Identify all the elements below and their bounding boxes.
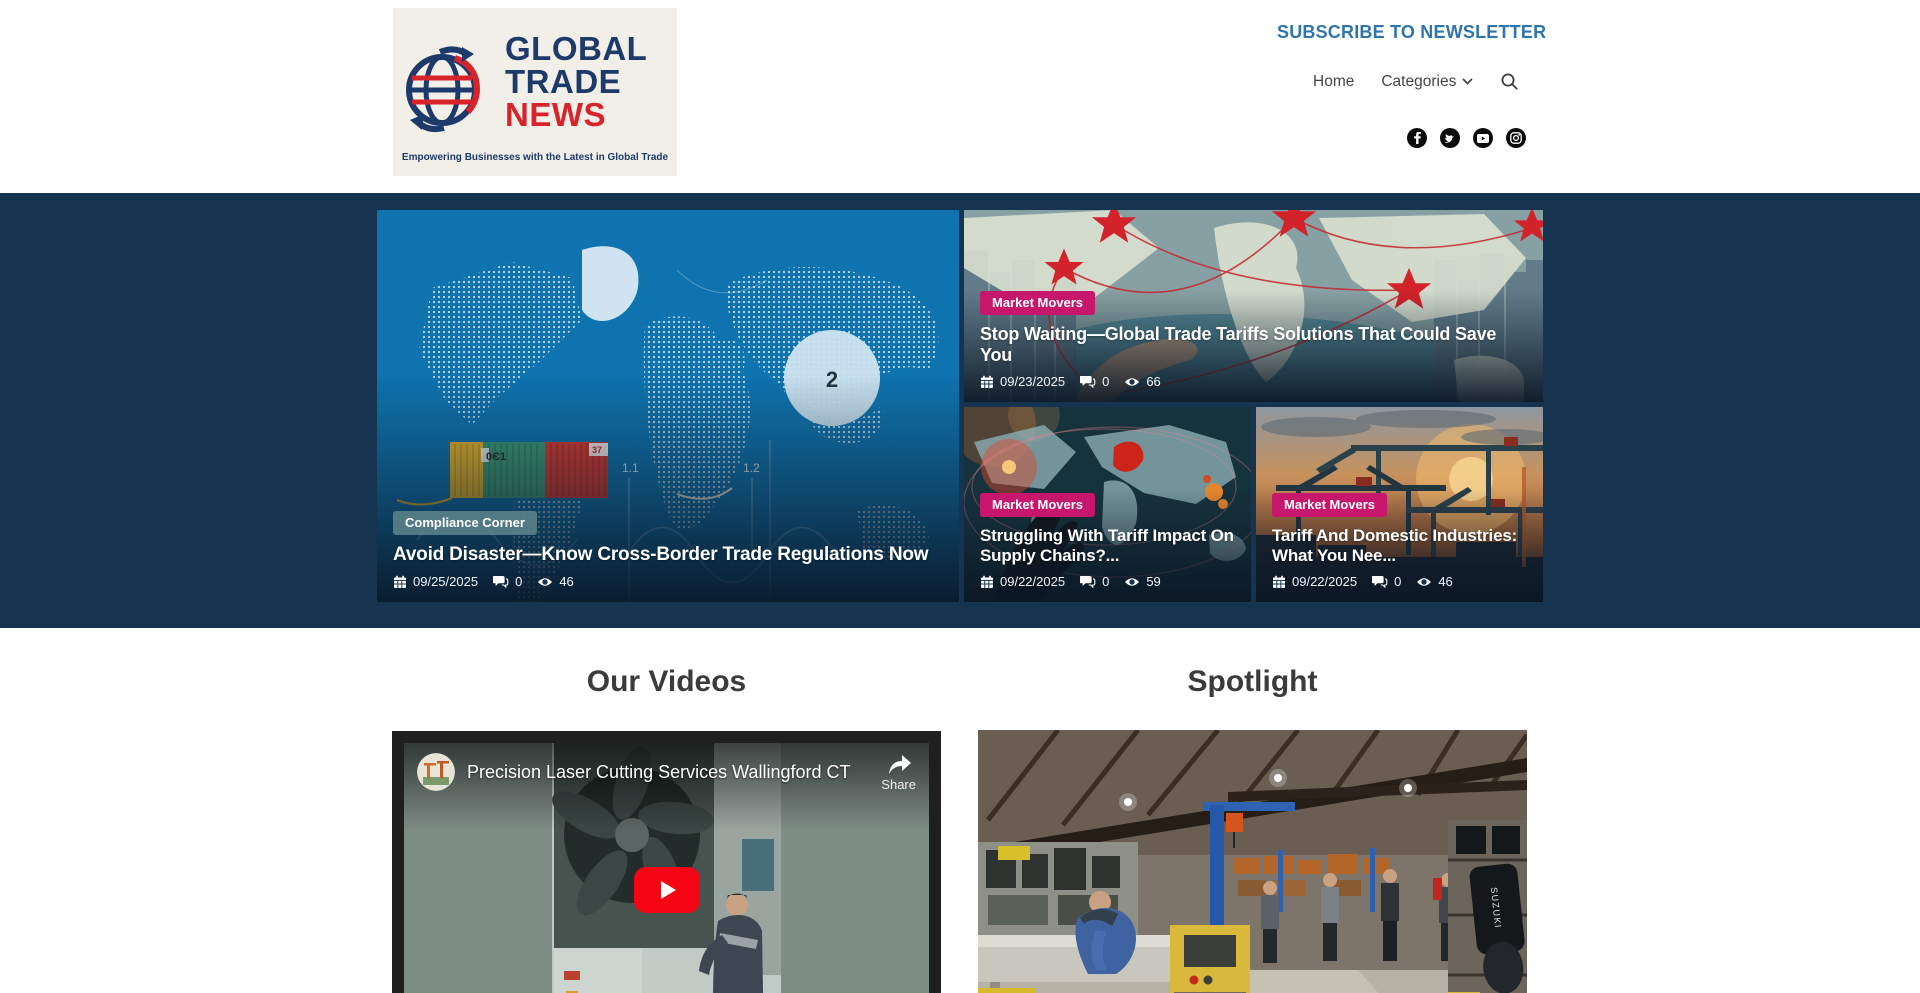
channel-avatar-image [417,753,455,791]
twitter-link[interactable] [1440,128,1460,148]
article-meta: 09/22/2025 0 59 [980,574,1235,589]
article-date: 09/22/2025 [1000,574,1065,589]
category-badge-market-movers[interactable]: Market Movers [980,291,1095,315]
social-links [1407,128,1526,148]
calendar-icon [980,575,994,589]
logo-word-news: NEWS [505,98,647,131]
spotlight-image: SUZUKI [978,730,1527,993]
article-meta: 09/22/2025 0 46 [1272,574,1527,589]
nav-home[interactable]: Home [1313,73,1354,91]
comment-count: 0 [515,574,522,589]
nav-categories[interactable]: Categories [1381,73,1473,91]
nav-categories-label: Categories [1381,73,1456,91]
chevron-down-icon [1462,78,1473,85]
calendar-icon [1272,575,1286,589]
video-title-bar: Precision Laser Cutting Services Walling… [404,743,929,831]
logo-word-global: GLOBAL [505,32,647,65]
share-label: Share [881,777,916,792]
article-meta: 09/23/2025 0 66 [980,374,1527,389]
facebook-icon [1412,132,1422,144]
nav-home-label: Home [1313,73,1354,91]
hero-section: 2 1.1 1.2 [0,193,1920,628]
youtube-icon [1477,134,1489,143]
calendar-icon [393,575,407,589]
main-nav: Home Categories [1313,72,1519,91]
instagram-link[interactable] [1506,128,1526,148]
article-title[interactable]: Struggling With Tariff Impact On Supply … [980,526,1235,566]
view-count: 59 [1146,574,1160,589]
view-count: 46 [559,574,573,589]
comments-icon [1080,575,1096,588]
secondary-article-3[interactable]: Market Movers Tariff And Domestic Indust… [1256,407,1543,602]
youtube-link[interactable] [1473,128,1493,148]
comment-count: 0 [1394,574,1401,589]
channel-avatar[interactable] [417,753,455,791]
lower-sections: Our Videos Spotlight [0,628,1920,993]
view-count: 46 [1438,574,1452,589]
logo-wordmark: GLOBAL TRADE NEWS [505,32,647,131]
site-logo[interactable]: GLOBAL TRADE NEWS Empowering Businesses … [393,8,677,176]
logo-word-trade: TRADE [505,65,647,98]
article-title[interactable]: Avoid Disaster—Know Cross-Border Trade R… [393,544,943,566]
category-badge-compliance-corner[interactable]: Compliance Corner [393,511,537,535]
yellow-machine-graphic [1170,925,1250,993]
workshop-photo: SUZUKI [978,730,1527,993]
facebook-link[interactable] [1407,128,1427,148]
calendar-icon [980,375,994,389]
site-header: GLOBAL TRADE NEWS Empowering Businesses … [0,0,1920,193]
subscribe-newsletter-link[interactable]: SUBSCRIBE TO NEWSLETTER [1277,22,1546,43]
secondary-article-2[interactable]: Market Movers Struggling With Tariff Imp… [964,407,1251,602]
views-eye-icon [1124,576,1140,588]
secondary-article-1[interactable]: Market Movers Stop Waiting—Global Trade … [964,210,1543,402]
article-date: 09/25/2025 [413,574,478,589]
article-date: 09/23/2025 [1000,374,1065,389]
article-title[interactable]: Stop Waiting—Global Trade Tariffs Soluti… [980,324,1511,366]
article-meta: 09/25/2025 0 46 [393,574,943,589]
video-title[interactable]: Precision Laser Cutting Services Walling… [467,753,869,791]
play-icon [655,878,679,902]
share-arrow-icon [886,753,912,775]
comments-icon [1080,375,1096,388]
article-title[interactable]: Tariff And Domestic Industries: What You… [1272,526,1527,566]
view-count: 66 [1146,374,1160,389]
category-badge-market-movers[interactable]: Market Movers [1272,493,1387,517]
search-button[interactable] [1500,72,1519,91]
comments-icon [493,575,509,588]
instagram-icon [1510,132,1522,144]
views-eye-icon [1416,576,1432,588]
youtube-player[interactable]: Precision Laser Cutting Services Walling… [392,731,941,993]
globe-logo-icon [400,40,492,140]
comment-count: 0 [1102,574,1109,589]
play-button[interactable] [634,867,700,913]
spotlight-heading: Spotlight [978,665,1527,699]
twitter-icon [1444,133,1456,144]
featured-article[interactable]: 2 1.1 1.2 [377,210,959,602]
share-button[interactable]: Share [881,753,916,792]
comments-icon [1372,575,1388,588]
videos-heading: Our Videos [392,665,941,699]
logo-tagline: Empowering Businesses with the Latest in… [397,152,673,163]
comment-count: 0 [1102,374,1109,389]
category-badge-market-movers[interactable]: Market Movers [980,493,1095,517]
article-date: 09/22/2025 [1292,574,1357,589]
search-icon [1500,72,1519,91]
views-eye-icon [537,576,553,588]
page: GLOBAL TRADE NEWS Empowering Businesses … [0,0,1920,993]
views-eye-icon [1124,376,1140,388]
